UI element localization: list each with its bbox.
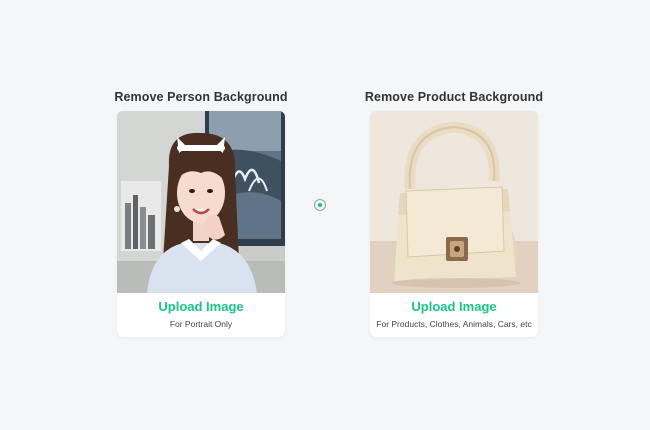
product-sample-image (370, 111, 538, 293)
person-option-title: Remove Person Background (114, 90, 288, 104)
person-upload-note: For Portrait Only (169, 319, 233, 329)
product-upload-button[interactable]: Upload Image (370, 299, 538, 315)
person-upload-button[interactable]: Upload Image (117, 299, 285, 315)
product-option-title: Remove Product Background (364, 90, 544, 104)
product-upload-note: For Products, Clothes, Animals, Cars, et… (376, 319, 532, 329)
person-upload-card[interactable]: Upload Image For Portrait Only (117, 111, 285, 337)
person-sample-image (117, 111, 285, 293)
circle-dot-icon (314, 199, 326, 211)
product-upload-card[interactable]: Upload Image For Products, Clothes, Anim… (370, 111, 538, 337)
person-option: Remove Person Background Upload Image Fo… (114, 90, 288, 337)
product-option: Remove Product Background Upload Image F… (365, 90, 543, 337)
